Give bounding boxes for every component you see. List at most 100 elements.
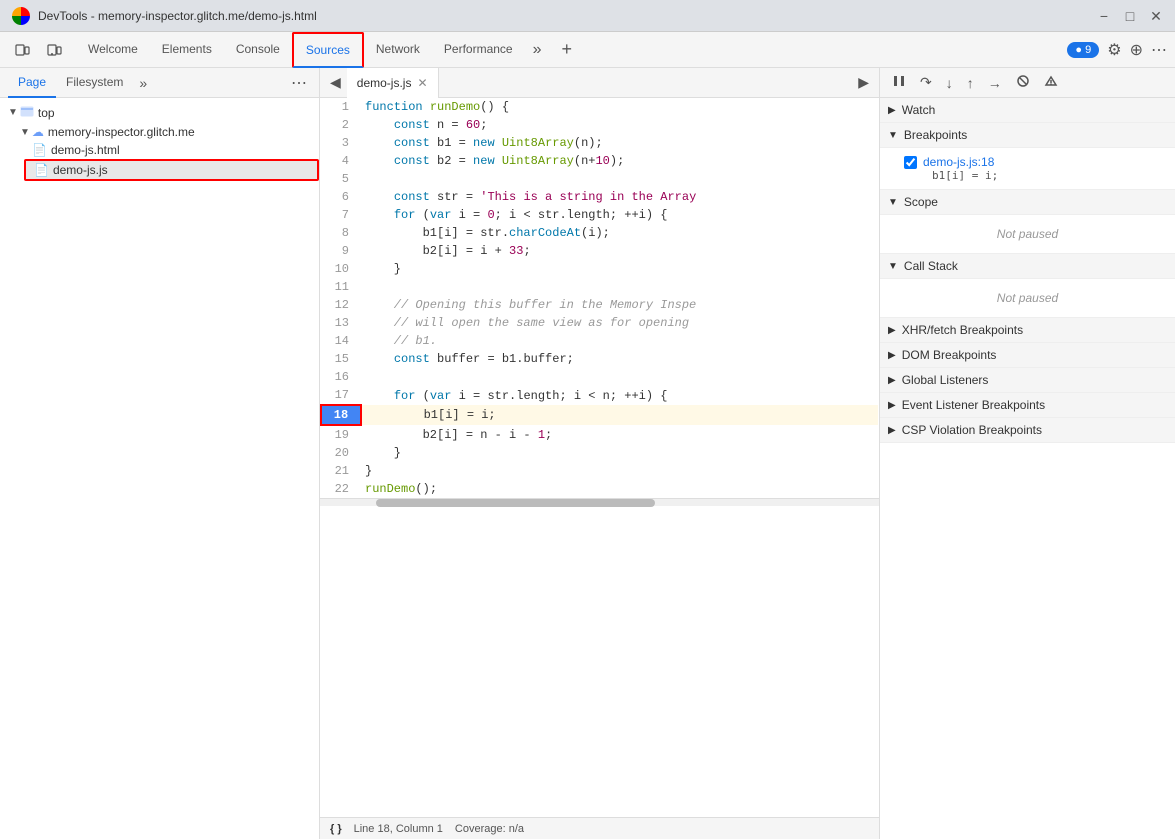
tab-elements[interactable]: Elements — [150, 32, 224, 68]
left-tabs-menu-button[interactable]: ⋯ — [287, 73, 311, 93]
line-num-16[interactable]: 16 — [321, 368, 361, 386]
tree-item-top[interactable]: ▼ top — [0, 102, 319, 123]
device-toggle-button[interactable] — [8, 36, 36, 64]
tab-welcome[interactable]: Welcome — [76, 32, 150, 68]
line-num-5[interactable]: 5 — [321, 170, 361, 188]
tab-network[interactable]: Network — [364, 32, 432, 68]
line-num-3[interactable]: 3 — [321, 134, 361, 152]
tree-item-origin[interactable]: ▼ ☁ memory-inspector.glitch.me — [12, 123, 319, 141]
tab-next-button[interactable]: ▶ — [852, 74, 875, 91]
nav-more-tabs-button[interactable]: » — [525, 41, 550, 59]
code-row-20: 20 } — [321, 444, 878, 462]
title-bar: DevTools - memory-inspector.glitch.me/de… — [0, 0, 1175, 32]
breakpoint-checkbox-1[interactable] — [904, 156, 917, 169]
line-num-18[interactable]: 18 — [321, 405, 361, 425]
section-callstack-content: Not paused — [880, 279, 1175, 318]
step-button[interactable]: → — [984, 73, 1006, 93]
section-csp-header[interactable]: ▶ CSP Violation Breakpoints — [880, 418, 1175, 443]
line-num-10[interactable]: 10 — [321, 260, 361, 278]
profile-button[interactable]: ⊕ — [1130, 40, 1143, 60]
code-area[interactable]: 1 function runDemo() { 2 const n = 60; 3… — [320, 98, 879, 817]
section-callstack-header[interactable]: ▼ Call Stack — [880, 254, 1175, 279]
line-num-22[interactable]: 22 — [321, 480, 361, 498]
line-num-14[interactable]: 14 — [321, 332, 361, 350]
file-tab-bar: ◀ demo-js.js ✕ ▶ — [320, 68, 879, 98]
deactivate-breakpoints-button[interactable] — [1012, 72, 1034, 93]
line-num-2[interactable]: 2 — [321, 116, 361, 134]
line-num-21[interactable]: 21 — [321, 462, 361, 480]
tab-prev-button[interactable]: ◀ — [324, 74, 347, 91]
line-num-20[interactable]: 20 — [321, 444, 361, 462]
maximize-button[interactable]: □ — [1123, 9, 1137, 23]
section-watch-label: Watch — [902, 103, 936, 117]
minimize-button[interactable]: − — [1097, 9, 1111, 23]
tab-console[interactable]: Console — [224, 32, 292, 68]
code-row-14: 14 // b1. — [321, 332, 878, 350]
cloud-icon-origin: ☁ — [32, 125, 44, 139]
line-content-18: b1[i] = i; — [361, 405, 878, 425]
section-xhr-header[interactable]: ▶ XHR/fetch Breakpoints — [880, 318, 1175, 343]
section-breakpoints-header[interactable]: ▼ Breakpoints — [880, 123, 1175, 148]
settings-button[interactable]: ⚙ — [1107, 40, 1121, 60]
horizontal-scrollbar[interactable] — [320, 498, 879, 506]
code-row-12: 12 // Opening this buffer in the Memory … — [321, 296, 878, 314]
devtools-menu-button[interactable]: ⋯ — [1151, 40, 1167, 60]
tree-arrow-top: ▼ — [8, 107, 18, 118]
section-dom-header[interactable]: ▶ DOM Breakpoints — [880, 343, 1175, 368]
line-num-11[interactable]: 11 — [321, 278, 361, 296]
global-arrow-icon: ▶ — [888, 375, 896, 386]
line-num-6[interactable]: 6 — [321, 188, 361, 206]
status-position: Line 18, Column 1 — [354, 823, 443, 835]
nav-right-controls: ● 9 ⚙ ⊕ ⋯ — [1067, 40, 1167, 60]
tab-filesystem[interactable]: Filesystem — [56, 68, 133, 98]
line-num-8[interactable]: 8 — [321, 224, 361, 242]
tab-page[interactable]: Page — [8, 68, 56, 98]
section-scope-header[interactable]: ▼ Scope — [880, 190, 1175, 215]
line-num-12[interactable]: 12 — [321, 296, 361, 314]
tree-item-demo-html[interactable]: 📄 demo-js.html — [24, 141, 319, 159]
breakpoints-arrow-icon: ▼ — [888, 130, 898, 141]
line-content-8: b1[i] = str.charCodeAt(i); — [361, 224, 878, 242]
line-content-21: } — [361, 462, 878, 480]
file-tab-close-button[interactable]: ✕ — [417, 76, 427, 90]
nav-add-tab-button[interactable]: + — [554, 39, 581, 60]
line-num-4[interactable]: 4 — [321, 152, 361, 170]
line-content-14: // b1. — [361, 332, 878, 350]
line-content-5 — [361, 170, 878, 188]
scroll-thumb[interactable] — [376, 499, 656, 507]
line-num-7[interactable]: 7 — [321, 206, 361, 224]
tree-item-demo-js[interactable]: 📄 demo-js.js — [24, 159, 319, 181]
section-xhr-label: XHR/fetch Breakpoints — [902, 323, 1023, 337]
section-event-header[interactable]: ▶ Event Listener Breakpoints — [880, 393, 1175, 418]
dont-pause-exceptions-button[interactable] — [1040, 72, 1062, 93]
step-over-button[interactable]: ↷ — [916, 72, 936, 93]
status-coverage: Coverage: n/a — [455, 823, 524, 835]
step-into-button[interactable]: ↓ — [942, 73, 957, 93]
line-num-17[interactable]: 17 — [321, 386, 361, 405]
section-watch-header[interactable]: ▶ Watch — [880, 98, 1175, 123]
file-tab-demo-js[interactable]: demo-js.js ✕ — [347, 68, 439, 98]
line-num-15[interactable]: 15 — [321, 350, 361, 368]
section-global-header[interactable]: ▶ Global Listeners — [880, 368, 1175, 393]
line-content-13: // will open the same view as for openin… — [361, 314, 878, 332]
line-num-1[interactable]: 1 — [321, 98, 361, 116]
dom-arrow-icon: ▶ — [888, 350, 896, 361]
step-out-button[interactable]: ↑ — [963, 73, 978, 93]
tab-sources[interactable]: Sources — [292, 32, 364, 68]
code-row-7: 7 for (var i = 0; i < str.length; ++i) { — [321, 206, 878, 224]
section-callstack-label: Call Stack — [904, 259, 958, 273]
pause-button[interactable] — [888, 72, 910, 93]
close-button[interactable]: ✕ — [1149, 9, 1163, 23]
line-content-7: for (var i = 0; i < str.length; ++i) { — [361, 206, 878, 224]
cursor-button[interactable] — [40, 36, 68, 64]
line-num-19[interactable]: 19 — [321, 425, 361, 444]
tab-performance[interactable]: Performance — [432, 32, 525, 68]
left-tabs-more-button[interactable]: » — [133, 75, 153, 91]
section-csp-label: CSP Violation Breakpoints — [902, 423, 1042, 437]
code-row-2: 2 const n = 60; — [321, 116, 878, 134]
notifications-badge[interactable]: ● 9 — [1067, 42, 1099, 58]
line-num-13[interactable]: 13 — [321, 314, 361, 332]
center-panel: ◀ demo-js.js ✕ ▶ 1 function runDemo() { … — [320, 68, 880, 839]
line-num-9[interactable]: 9 — [321, 242, 361, 260]
section-global-label: Global Listeners — [902, 373, 989, 387]
